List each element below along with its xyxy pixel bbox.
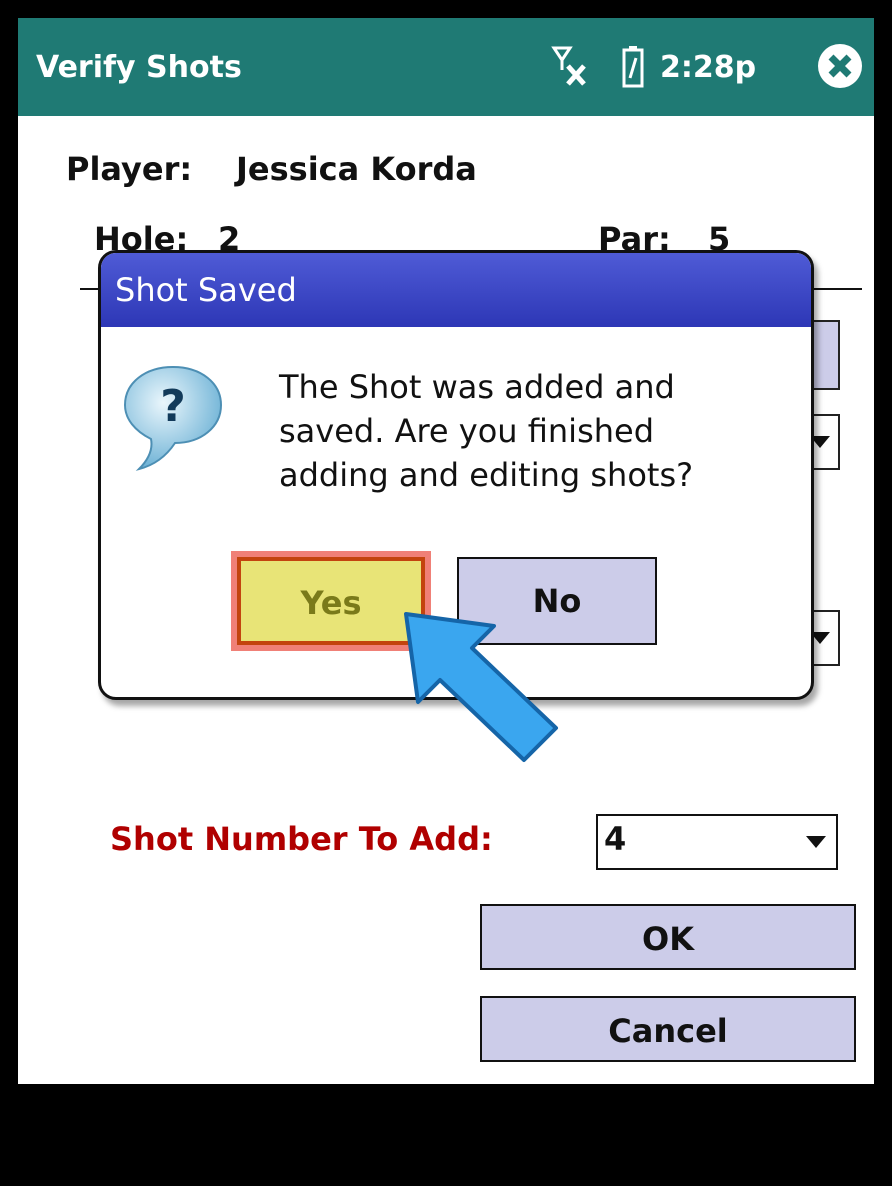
shot-number-label: Shot Number To Add: [110,820,493,858]
dialog-message: The Shot was added and saved. Are you fi… [279,365,789,497]
no-button[interactable]: No [457,557,657,645]
shot-number-dropdown[interactable]: 4 [596,814,838,870]
dialog-header: Shot Saved [101,253,811,327]
yes-button[interactable]: Yes [237,557,425,645]
message-line: saved. Are you finished [279,412,655,450]
ok-button[interactable]: OK [480,904,856,970]
shot-number-value: 4 [604,820,627,858]
dialog-title: Shot Saved [115,271,297,309]
title-bar: Verify Shots 2:28p [18,18,874,116]
app-title: Verify Shots [36,50,242,85]
device-screen: Verify Shots 2:28p Player: Jessica Korda… [18,18,874,1168]
signal-off-icon [551,46,586,86]
clock: 2:28p [660,50,757,85]
shot-saved-dialog: Shot Saved ? The Shot was added and save… [98,250,814,700]
cancel-button[interactable]: Cancel [480,996,856,1062]
question-icon: ? [123,365,223,471]
battery-icon [622,46,644,88]
player-label: Player: [66,150,193,188]
player-name: Jessica Korda [236,150,477,188]
close-icon[interactable] [816,42,864,90]
bottom-bar [18,1084,874,1168]
svg-text:?: ? [160,381,186,432]
message-line: adding and editing shots? [279,456,694,494]
chevron-down-icon [806,836,826,848]
message-line: The Shot was added and [279,368,675,406]
